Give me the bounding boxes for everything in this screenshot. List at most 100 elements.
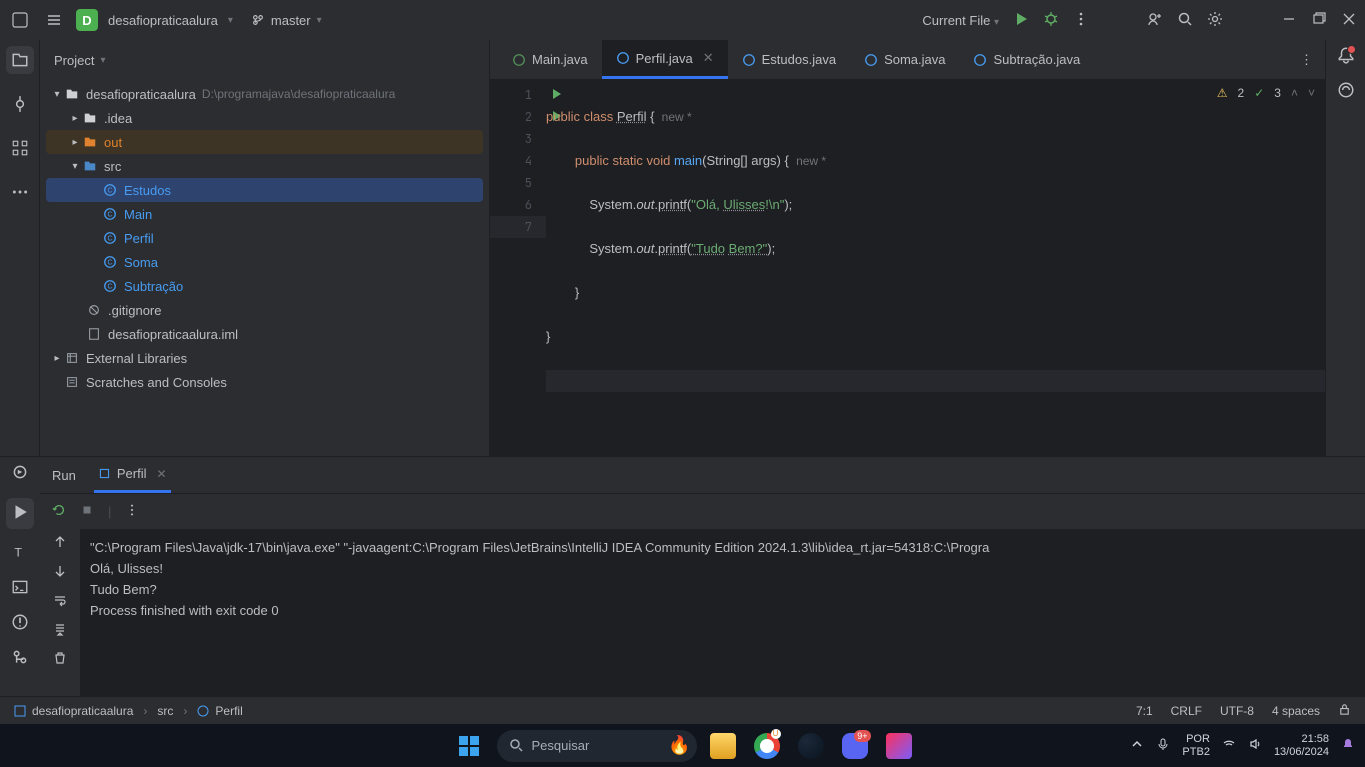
tree-file-main[interactable]: C Main bbox=[46, 202, 483, 226]
taskbar-intellij-icon[interactable] bbox=[881, 728, 917, 764]
tray-notifications-icon[interactable] bbox=[1341, 737, 1355, 754]
tray-wifi-icon[interactable] bbox=[1222, 737, 1236, 754]
project-tool-button[interactable] bbox=[6, 46, 34, 74]
gutter: 1 2 3 4 5 6 7 bbox=[490, 80, 546, 456]
tree-file-subtracao[interactable]: C Subtração bbox=[46, 274, 483, 298]
tab-perfil[interactable]: Perfil.java✕ bbox=[602, 40, 728, 79]
tab-estudos[interactable]: Estudos.java bbox=[728, 40, 850, 79]
tree-file-gitignore[interactable]: .gitignore bbox=[46, 298, 483, 322]
tree-folder-out[interactable]: ▸ out bbox=[46, 130, 483, 154]
project-tree[interactable]: ▾ desafiopraticaalura D:\programajava\de… bbox=[40, 80, 489, 456]
branch-icon bbox=[251, 13, 265, 27]
notifications-button[interactable] bbox=[1337, 46, 1355, 67]
code-with-me-icon[interactable] bbox=[1147, 11, 1163, 30]
tray-mic-icon[interactable] bbox=[1156, 737, 1170, 754]
svg-text:C: C bbox=[107, 212, 112, 219]
branch-name: master bbox=[271, 13, 311, 28]
tree-external-libs[interactable]: ▸ External Libraries bbox=[46, 346, 483, 370]
inspection-widget[interactable]: ⚠2 ✓3 ˄˅ bbox=[1217, 86, 1315, 100]
maximize-button[interactable] bbox=[1311, 11, 1327, 30]
tree-file-perfil[interactable]: C Perfil bbox=[46, 226, 483, 250]
scroll-up-icon[interactable] bbox=[53, 535, 67, 552]
taskbar-search[interactable]: Pesquisar 🔥 bbox=[497, 730, 697, 762]
tab-subtracao[interactable]: Subtração.java bbox=[959, 40, 1094, 79]
build-tool-button[interactable] bbox=[11, 463, 29, 484]
tray-chevron-icon[interactable] bbox=[1130, 737, 1144, 754]
indent-widget[interactable]: 4 spaces bbox=[1272, 704, 1320, 718]
line-separator[interactable]: CRLF bbox=[1171, 704, 1202, 718]
search-icon[interactable] bbox=[1177, 11, 1193, 30]
debug-button[interactable] bbox=[1043, 11, 1059, 30]
settings-icon[interactable] bbox=[1207, 11, 1223, 30]
tray-volume-icon[interactable] bbox=[1248, 737, 1262, 754]
project-panel-header[interactable]: Project ▾ bbox=[40, 40, 489, 80]
run-output[interactable]: "C:\Program Files\Java\jdk-17\bin\java.e… bbox=[80, 529, 1365, 696]
clear-output-icon[interactable] bbox=[53, 651, 67, 668]
commit-tool-button[interactable] bbox=[6, 90, 34, 118]
terminal-tool-button[interactable] bbox=[11, 578, 29, 599]
git-branch-widget[interactable]: master ▾ bbox=[251, 13, 322, 28]
start-button[interactable] bbox=[449, 726, 489, 766]
run-tab-label[interactable]: Run bbox=[52, 468, 76, 483]
close-button[interactable] bbox=[1341, 11, 1357, 30]
problems-tool-button[interactable] bbox=[11, 613, 29, 634]
caret-position[interactable]: 7:1 bbox=[1136, 704, 1153, 718]
tree-folder-idea[interactable]: ▸ .idea bbox=[46, 106, 483, 130]
readonly-icon[interactable] bbox=[1338, 703, 1351, 719]
flame-icon: 🔥 bbox=[668, 735, 690, 756]
tab-soma[interactable]: Soma.java bbox=[850, 40, 959, 79]
chevron-down-icon: ▾ bbox=[317, 15, 322, 26]
project-panel: Project ▾ ▾ desafiopraticaalura D:\progr… bbox=[40, 40, 490, 456]
taskbar-chrome-icon[interactable]: U bbox=[749, 728, 785, 764]
structure-tool-button[interactable] bbox=[6, 134, 34, 162]
svg-text:C: C bbox=[107, 284, 112, 291]
vcs-tool-button[interactable] bbox=[11, 648, 29, 669]
tray-clock[interactable]: 21:5813/06/2024 bbox=[1274, 733, 1329, 759]
app-logo-icon bbox=[8, 8, 32, 32]
svg-text:C: C bbox=[107, 260, 112, 267]
rerun-button[interactable] bbox=[52, 503, 66, 520]
tree-file-iml[interactable]: desafiopraticaalura.iml bbox=[46, 322, 483, 346]
scroll-down-icon[interactable] bbox=[53, 564, 67, 581]
file-encoding[interactable]: UTF-8 bbox=[1220, 704, 1254, 718]
minimize-button[interactable] bbox=[1281, 11, 1297, 30]
run-tool-button[interactable] bbox=[6, 498, 34, 529]
run-button[interactable] bbox=[1013, 11, 1029, 30]
run-config-name[interactable]: Current File ▾ bbox=[922, 13, 999, 28]
breadcrumb[interactable]: desafiopraticaalura› src› Perfil bbox=[14, 704, 243, 718]
code-editor[interactable]: public class Perfil { new * public stati… bbox=[546, 80, 1325, 456]
tab-more-icon[interactable]: ⋮ bbox=[1300, 52, 1325, 68]
warning-icon: ⚠ bbox=[1217, 86, 1228, 100]
scroll-to-end-icon[interactable] bbox=[53, 622, 67, 639]
tree-file-soma[interactable]: C Soma bbox=[46, 250, 483, 274]
close-tab-icon[interactable]: ✕ bbox=[703, 50, 714, 66]
profiler-tool-button[interactable]: T bbox=[11, 543, 29, 564]
soft-wrap-icon[interactable] bbox=[53, 593, 67, 610]
stop-button[interactable] bbox=[80, 503, 94, 520]
more-tool-button[interactable] bbox=[6, 178, 34, 206]
project-badge: D bbox=[76, 9, 98, 31]
class-icon bbox=[197, 705, 209, 717]
system-tray[interactable]: PORPTB2 21:5813/06/2024 bbox=[1130, 733, 1355, 759]
main-menu-button[interactable] bbox=[42, 8, 66, 32]
taskbar-discord-icon[interactable]: 9+ bbox=[837, 728, 873, 764]
tree-folder-src[interactable]: ▾ src bbox=[46, 154, 483, 178]
tree-root[interactable]: ▾ desafiopraticaalura D:\programajava\de… bbox=[46, 82, 483, 106]
tab-main[interactable]: Main.java bbox=[498, 40, 602, 79]
editor-area: Main.java Perfil.java✕ Estudos.java Soma… bbox=[490, 40, 1325, 456]
more-icon[interactable] bbox=[1073, 11, 1089, 30]
close-icon[interactable]: ✕ bbox=[156, 467, 166, 481]
editor-tab-bar: Main.java Perfil.java✕ Estudos.java Soma… bbox=[490, 40, 1325, 80]
run-config-tab[interactable]: Perfil✕ bbox=[94, 457, 171, 493]
svg-text:T: T bbox=[14, 546, 22, 560]
tray-language[interactable]: PORPTB2 bbox=[1182, 733, 1210, 759]
tree-scratches[interactable]: Scratches and Consoles bbox=[46, 370, 483, 394]
check-icon: ✓ bbox=[1254, 86, 1264, 100]
project-name[interactable]: desafiopraticaalura bbox=[108, 13, 218, 28]
run-more-icon[interactable] bbox=[125, 503, 139, 520]
taskbar-steam-icon[interactable] bbox=[793, 728, 829, 764]
svg-text:C: C bbox=[107, 236, 112, 243]
taskbar-explorer-icon[interactable] bbox=[705, 728, 741, 764]
ai-assistant-button[interactable] bbox=[1337, 81, 1355, 102]
tree-file-estudos[interactable]: C Estudos bbox=[46, 178, 483, 202]
